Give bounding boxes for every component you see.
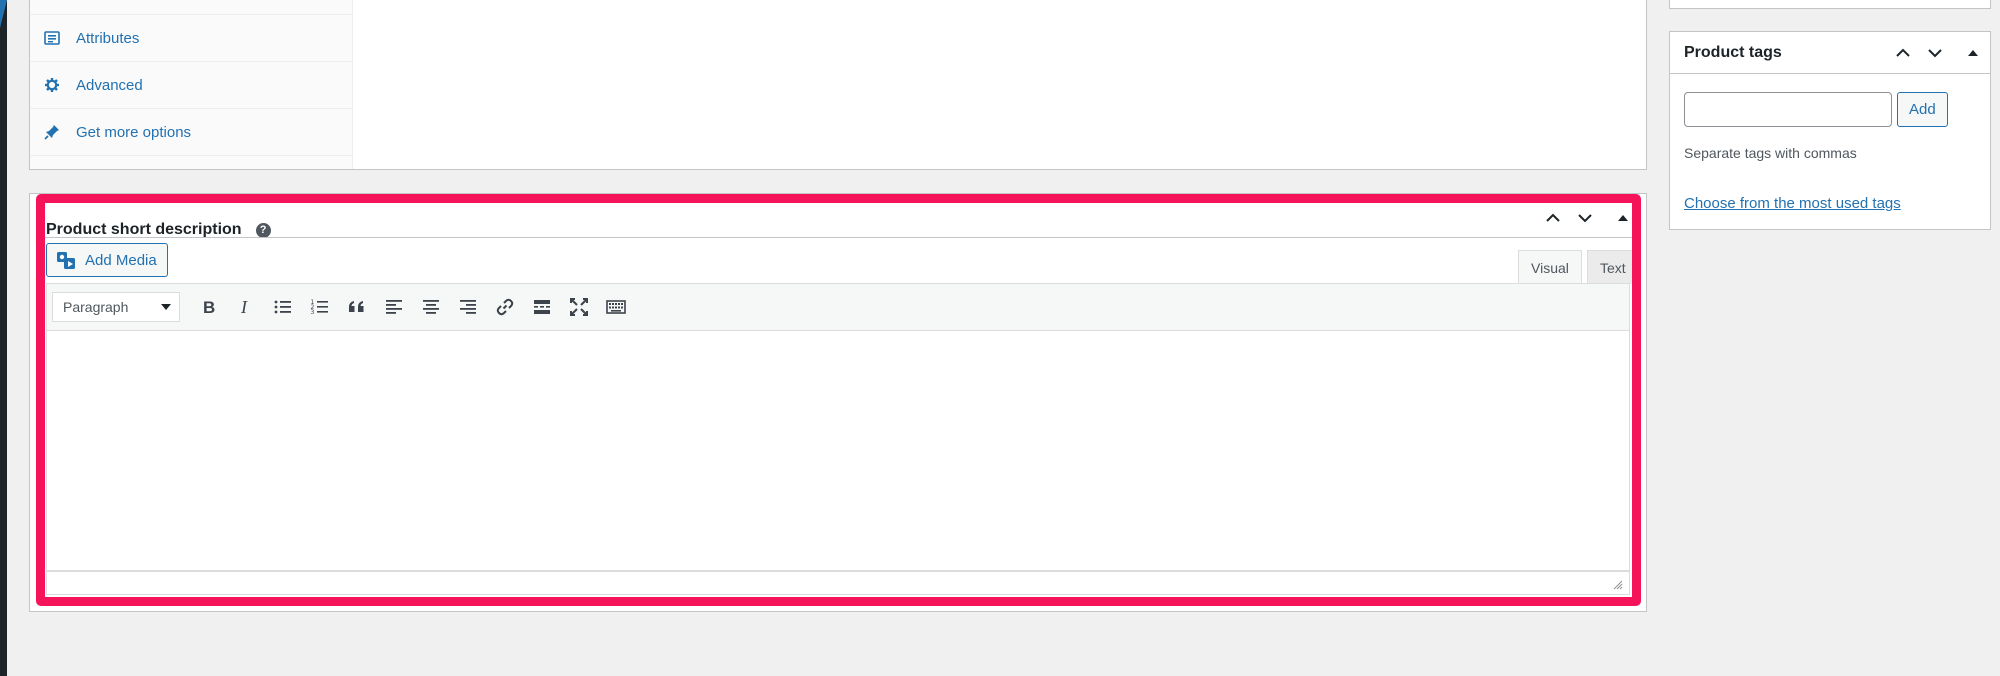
bulleted-list-button[interactable]: [264, 291, 301, 323]
svg-text:I: I: [240, 297, 248, 317]
blockquote-icon: [348, 301, 363, 312]
format-select-value: Paragraph: [63, 299, 129, 315]
link-icon: [496, 298, 513, 316]
move-down-icon[interactable]: [1574, 207, 1596, 229]
product-tab-label: Attributes: [76, 29, 140, 47]
editor-content-area[interactable]: [46, 331, 1630, 571]
read-more-icon: [533, 300, 550, 314]
move-down-icon[interactable]: [1924, 42, 1946, 64]
product-tab-get-more-options[interactable]: Get more options: [30, 109, 352, 156]
gear-icon: [42, 76, 62, 94]
sidebar-box-partial: [1669, 0, 1991, 9]
align-right-button[interactable]: [449, 291, 486, 323]
panel-controls: [1542, 207, 1634, 229]
short-description-header: Product short description ?: [46, 210, 1646, 250]
product-data-panel: Attributes Advanced Get more options: [29, 0, 1647, 170]
read-more-button[interactable]: [523, 291, 560, 323]
align-left-button[interactable]: [375, 291, 412, 323]
panel-title: Product tags: [1684, 43, 1782, 61]
move-up-icon[interactable]: [1892, 42, 1914, 64]
toolbar-toggle-button[interactable]: [597, 291, 634, 323]
add-media-label: Add Media: [85, 251, 157, 269]
tab-text-label: Text: [1600, 259, 1626, 276]
numbered-list-button[interactable]: 123: [301, 291, 338, 323]
align-right-icon: [459, 300, 476, 314]
add-media-button[interactable]: Add Media: [46, 243, 168, 277]
numbered-list-icon: 123: [310, 299, 328, 316]
collapse-toggle-icon[interactable]: [1612, 207, 1634, 229]
plugin-icon: [42, 123, 62, 141]
add-tag-button[interactable]: Add: [1897, 92, 1948, 127]
blockquote-button[interactable]: [338, 291, 375, 323]
keyboard-icon: [605, 300, 626, 314]
resize-handle-icon[interactable]: [1611, 578, 1623, 590]
editor-toolbar: Paragraph B I 123: [46, 283, 1630, 331]
admin-sidebar-edge: [0, 0, 7, 676]
product-tags-header: Product tags: [1670, 32, 1990, 74]
svg-text:B: B: [203, 298, 215, 317]
bulleted-list-icon: [274, 300, 291, 314]
product-data-tabs: Attributes Advanced Get more options: [30, 0, 353, 169]
tab-visual[interactable]: Visual: [1518, 250, 1582, 284]
editor-status-bar: [46, 571, 1630, 595]
tab-text[interactable]: Text: [1587, 250, 1639, 284]
tab-visual-label: Visual: [1531, 259, 1569, 276]
svg-text:3: 3: [310, 309, 314, 316]
product-tab-label: Advanced: [76, 76, 143, 94]
panel-controls: [1892, 42, 1984, 64]
add-tag-label: Add: [1909, 101, 1936, 118]
product-tab-partial[interactable]: [30, 0, 352, 15]
product-tab-label: Get more options: [76, 123, 192, 141]
fullscreen-button[interactable]: [560, 291, 597, 323]
bold-button[interactable]: B: [190, 291, 227, 323]
collapse-toggle-icon[interactable]: [1962, 42, 1984, 64]
tag-input[interactable]: [1684, 92, 1892, 127]
italic-icon: I: [240, 297, 248, 317]
tags-hint: Separate tags with commas: [1684, 145, 1857, 161]
admin-menu-accent: [0, 0, 7, 28]
product-tab-advanced[interactable]: Advanced: [30, 62, 352, 109]
fullscreen-icon: [569, 298, 588, 316]
help-icon[interactable]: ?: [255, 222, 271, 238]
header-divider: [44, 237, 1632, 238]
align-center-button[interactable]: [412, 291, 449, 323]
align-left-icon: [385, 300, 402, 314]
attributes-icon: [42, 29, 62, 47]
chevron-down-icon: [161, 304, 171, 310]
most-used-tags-link[interactable]: Choose from the most used tags: [1684, 195, 1901, 212]
product-tags-box: Product tags Add Separate tags with comm…: [1669, 31, 1991, 230]
bold-icon: B: [203, 298, 215, 317]
insert-link-button[interactable]: [486, 291, 523, 323]
italic-button[interactable]: I: [227, 291, 264, 323]
product-tab-attributes[interactable]: Attributes: [30, 15, 352, 62]
format-select[interactable]: Paragraph: [52, 292, 180, 322]
move-up-icon[interactable]: [1542, 207, 1564, 229]
align-center-icon: [422, 300, 439, 314]
media-icon: [55, 249, 77, 271]
